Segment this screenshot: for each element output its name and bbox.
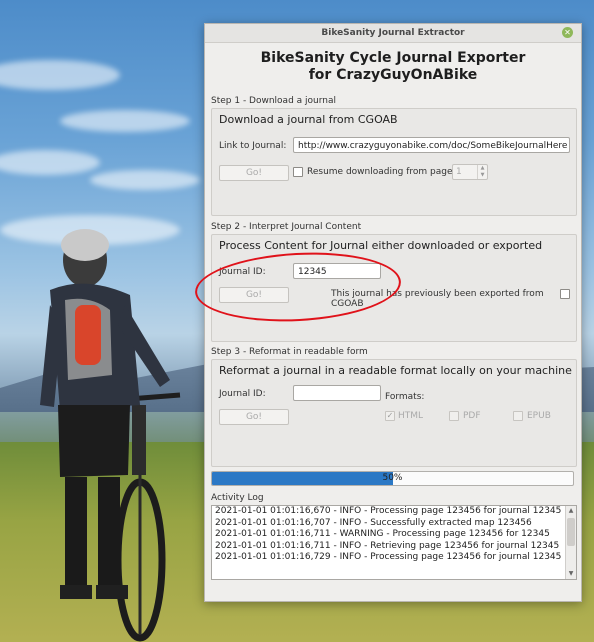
step1-group-title: Download a journal from CGOAB xyxy=(219,113,398,126)
log-line: 2021-01-01 01:01:16,729 - INFO - Process… xyxy=(215,552,562,562)
format-epub-label: EPUB xyxy=(527,411,551,421)
format-pdf-checkbox[interactable] xyxy=(449,411,459,421)
formats-label: Formats: xyxy=(385,392,425,402)
step1-group: Download a journal from CGOAB Link to Jo… xyxy=(211,108,577,216)
activity-log[interactable]: 2021-01-01 01:01:16,670 - INFO - Process… xyxy=(211,505,577,580)
step3-label: Step 3 - Reformat in readable form xyxy=(211,347,368,357)
scroll-thumb[interactable] xyxy=(567,518,575,546)
cyclist-image xyxy=(40,229,181,642)
download-go-button[interactable]: Go! xyxy=(219,165,289,181)
heading-line-2: for CrazyGuyOnABike xyxy=(308,67,478,83)
link-label: Link to Journal: xyxy=(219,141,287,151)
exported-checkbox[interactable] xyxy=(560,289,570,299)
reformat-go-button[interactable]: Go! xyxy=(219,409,289,425)
resume-page-value: 1 xyxy=(456,167,462,177)
cloud xyxy=(90,170,200,190)
progress-bar: 50% xyxy=(211,471,574,486)
heading-line-1: BikeSanity Cycle Journal Exporter xyxy=(260,50,526,66)
step3-group: Reformat a journal in a readable format … xyxy=(211,359,577,467)
format-epub-checkbox[interactable] xyxy=(513,411,523,421)
step2-label: Step 2 - Interpret Journal Content xyxy=(211,222,362,232)
resume-label: Resume downloading from page: xyxy=(307,167,456,177)
journal-extractor-window: BikeSanity Journal Extractor ✕ BikeSanit… xyxy=(204,23,582,602)
format-html-label: HTML xyxy=(398,411,424,421)
exported-label: This journal has previously been exporte… xyxy=(331,289,544,309)
log-line: 2021-01-01 01:01:16,711 - INFO - Retriev… xyxy=(215,540,560,551)
cloud xyxy=(60,110,190,132)
resume-checkbox[interactable] xyxy=(293,167,303,177)
spinner-arrows-icon[interactable]: ▲ ▼ xyxy=(477,165,487,179)
resume-page-spinner[interactable]: 1 ▲ ▼ xyxy=(452,164,488,180)
reformat-journal-id-input[interactable] xyxy=(293,385,381,401)
step2-group: Process Content for Journal either downl… xyxy=(211,234,577,342)
close-icon[interactable]: ✕ xyxy=(562,27,573,38)
scroll-up-icon[interactable]: ▲ xyxy=(566,506,576,516)
cloud xyxy=(0,60,120,90)
step3-group-title: Reformat a journal in a readable format … xyxy=(219,364,572,377)
log-lines: 2021-01-01 01:01:16,670 - INFO - Process… xyxy=(212,506,576,564)
step1-label: Step 1 - Download a journal xyxy=(211,96,336,106)
scroll-down-icon[interactable]: ▼ xyxy=(566,569,576,579)
log-line: 2021-01-01 01:01:16,707 - INFO - Success… xyxy=(215,517,532,528)
activity-log-label: Activity Log xyxy=(211,493,264,503)
log-line: 2021-01-01 01:01:16,670 - INFO - Process… xyxy=(215,506,562,516)
journal-link-input[interactable]: http://www.crazyguyonabike.com/doc/SomeB… xyxy=(293,137,570,153)
app-heading: BikeSanity Cycle Journal Exporter for Cr… xyxy=(205,50,581,84)
step2-group-title: Process Content for Journal either downl… xyxy=(219,239,543,252)
journal-id-label: Journal ID: xyxy=(219,267,266,277)
window-title: BikeSanity Journal Extractor xyxy=(321,28,465,38)
process-go-button[interactable]: Go! xyxy=(219,287,289,303)
log-scrollbar[interactable]: ▲ ▼ xyxy=(565,506,576,579)
journal-id-input[interactable]: 12345 xyxy=(293,263,381,279)
title-bar[interactable]: BikeSanity Journal Extractor ✕ xyxy=(205,24,581,43)
format-pdf-label: PDF xyxy=(463,411,481,421)
progress-text: 50% xyxy=(382,473,403,483)
cloud xyxy=(0,150,100,175)
reformat-journal-id-label: Journal ID: xyxy=(219,389,266,399)
format-html-checkbox[interactable]: ✓ xyxy=(385,411,395,421)
log-line: 2021-01-01 01:01:16,711 - WARNING - Proc… xyxy=(215,529,550,539)
